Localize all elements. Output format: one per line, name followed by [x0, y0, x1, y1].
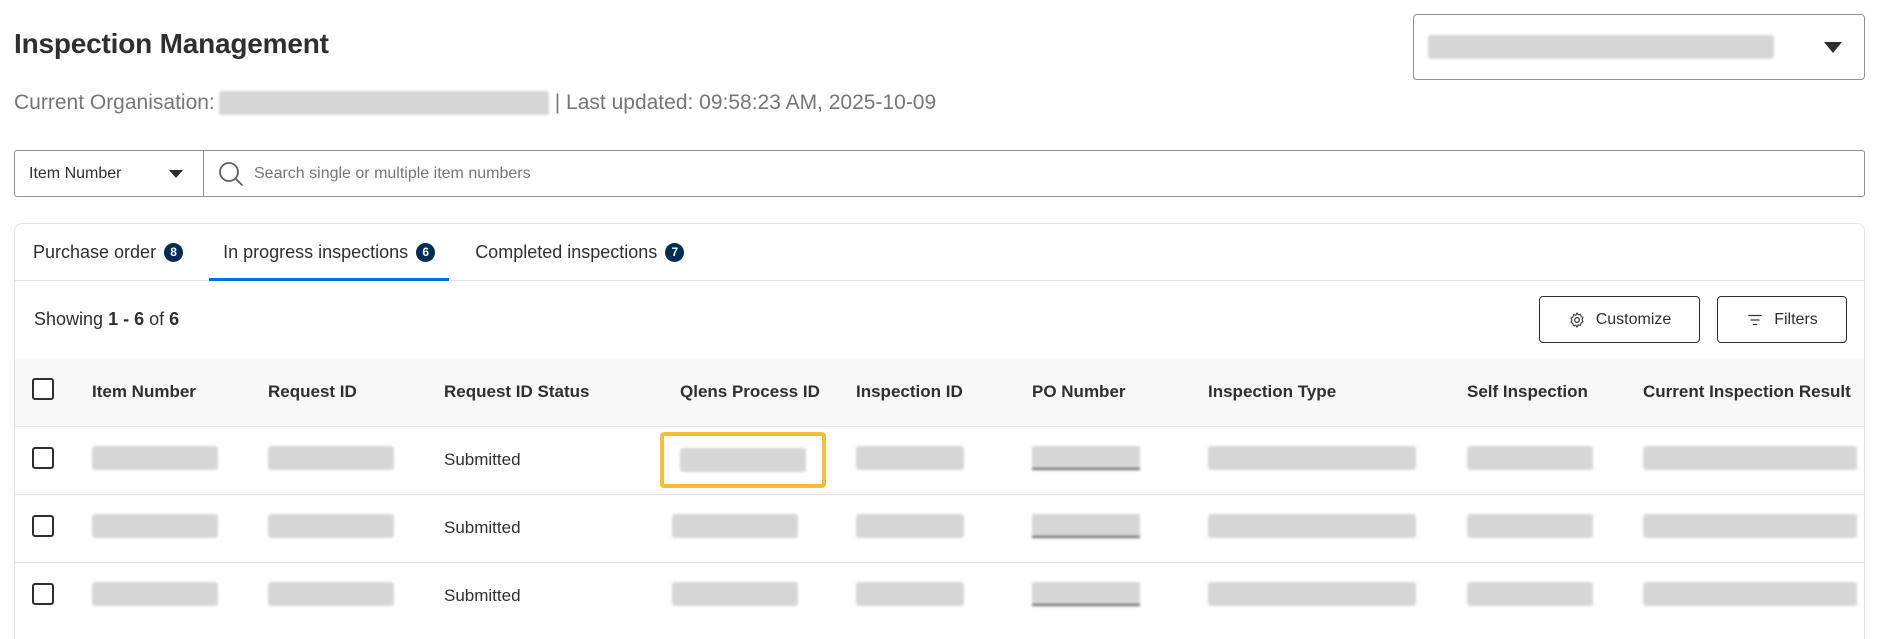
row-checkbox[interactable]: [32, 446, 54, 469]
tab-purchase-order[interactable]: Purchase order 8: [19, 224, 197, 280]
inspection-type-redacted: [1208, 513, 1416, 538]
current-organisation-label: Current Organisation:: [14, 91, 215, 114]
organisation-value-redacted: [218, 91, 549, 115]
tab-label: Purchase order: [33, 241, 157, 262]
page-title: Inspection Management: [14, 28, 329, 59]
tab-in-progress-inspections[interactable]: In progress inspections 6: [209, 224, 450, 281]
search-type-select[interactable]: Item Number: [15, 151, 204, 196]
filters-button[interactable]: Filters: [1717, 296, 1847, 343]
organisation-select[interactable]: [1413, 14, 1865, 80]
showing-count: Showing 1 - 6 of 6: [34, 309, 179, 330]
current-result-redacted: [1643, 581, 1857, 606]
tab-label: In progress inspections: [223, 241, 409, 262]
showing-prefix: Showing: [34, 309, 104, 329]
showing-range: 1 - 6: [108, 309, 145, 329]
search-icon: [219, 161, 243, 186]
current-result-redacted: [1643, 445, 1857, 470]
table-header-row: Item Number Request ID Request ID Status…: [15, 358, 1864, 426]
table-row[interactable]: Submitted: [15, 426, 1864, 494]
row-checkbox[interactable]: [32, 582, 54, 605]
tab-bar: Purchase order 8 In progress inspections…: [15, 224, 1864, 281]
table-row[interactable]: Submitted: [15, 562, 1864, 630]
item-number-redacted: [92, 581, 218, 606]
gear-icon: [1570, 311, 1584, 328]
filters-label: Filters: [1774, 310, 1818, 328]
highlighted-cell: [660, 432, 826, 488]
column-header[interactable]: Qlens Process ID: [680, 358, 856, 426]
row-checkbox[interactable]: [32, 514, 54, 537]
self-inspection-redacted: [1467, 445, 1593, 470]
search-type-value: Item Number: [29, 164, 122, 182]
count-badge: 8: [164, 242, 184, 262]
search-bar: Item Number: [14, 150, 1865, 197]
search-field: [204, 151, 1864, 196]
request-id-status: Submitted: [444, 586, 521, 606]
po-number-link[interactable]: [1032, 445, 1140, 470]
column-header[interactable]: Item Number: [92, 358, 268, 426]
item-number-redacted: [92, 513, 218, 538]
showing-of: of: [149, 309, 165, 329]
column-header[interactable]: Current Inspection Result: [1643, 358, 1864, 426]
column-header[interactable]: Inspection Type: [1208, 358, 1467, 426]
request-id-status: Submitted: [444, 518, 521, 537]
column-header[interactable]: PO Number: [1032, 358, 1208, 426]
inspection-id-redacted: [856, 445, 964, 470]
self-inspection-redacted: [1467, 513, 1593, 538]
column-header[interactable]: Self Inspection: [1467, 358, 1643, 426]
item-number-redacted: [92, 445, 218, 470]
showing-total: 6: [169, 309, 180, 329]
column-header[interactable]: Request ID Status: [444, 358, 680, 426]
request-id-status: Submitted: [444, 450, 521, 469]
request-id-redacted: [268, 513, 394, 538]
chevron-down-icon: [1824, 42, 1842, 53]
qlens-process-id-redacted: [680, 448, 806, 472]
qlens-process-id-redacted: [672, 581, 798, 606]
organisation-info: Current Organisation: | Last updated: 09…: [14, 91, 936, 115]
self-inspection-redacted: [1467, 581, 1593, 606]
inspection-type-redacted: [1208, 445, 1416, 470]
last-updated-text: | Last updated: 09:58:23 AM, 2025-10-09: [554, 91, 937, 114]
po-number-link[interactable]: [1032, 581, 1140, 606]
inspections-table: Item Number Request ID Request ID Status…: [15, 358, 1864, 630]
tab-label: Completed inspections: [475, 241, 658, 262]
inspection-type-redacted: [1208, 581, 1416, 606]
chevron-down-icon: [169, 170, 183, 178]
count-badge: 6: [416, 242, 436, 262]
inspections-panel: Purchase order 8 In progress inspections…: [14, 223, 1865, 639]
column-header[interactable]: Inspection ID: [856, 358, 1032, 426]
current-result-redacted: [1643, 513, 1857, 538]
inspection-id-redacted: [856, 581, 964, 606]
qlens-process-id-redacted: [672, 513, 798, 538]
table-row[interactable]: Submitted: [15, 494, 1864, 562]
table-toolbar: Showing 1 - 6 of 6 Customize Filters: [15, 281, 1864, 358]
count-badge: 7: [665, 242, 685, 262]
organisation-name-redacted: [1428, 35, 1774, 59]
po-number-link[interactable]: [1032, 513, 1140, 538]
request-id-redacted: [268, 445, 394, 470]
request-id-redacted: [268, 581, 394, 606]
select-all-checkbox[interactable]: [32, 378, 54, 401]
customize-label: Customize: [1595, 310, 1672, 328]
tab-completed-inspections[interactable]: Completed inspections 7: [461, 224, 698, 280]
search-input[interactable]: [254, 164, 1754, 183]
customize-button[interactable]: Customize: [1539, 296, 1700, 343]
filter-icon: [1748, 314, 1762, 325]
column-header[interactable]: Request ID: [268, 358, 444, 426]
inspection-id-redacted: [856, 513, 964, 538]
